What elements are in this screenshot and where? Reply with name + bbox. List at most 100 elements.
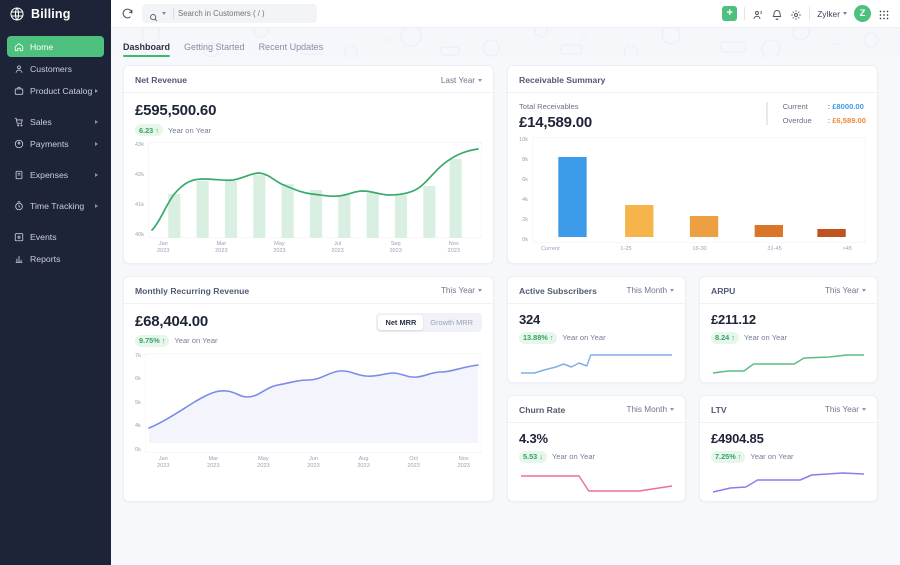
card-header: ARPU This Year bbox=[700, 277, 877, 304]
active-subscribers-value: 324 bbox=[519, 312, 674, 327]
sidebar-item-time-tracking[interactable]: Time Tracking bbox=[7, 195, 104, 216]
sidebar-item-expenses[interactable]: Expenses bbox=[7, 164, 104, 185]
sidebar-item-label: Events bbox=[30, 232, 57, 242]
sidebar-divider bbox=[7, 102, 104, 111]
x-tick: Oct2023 bbox=[407, 456, 419, 470]
legend-divider bbox=[766, 102, 768, 125]
toggle-net-mrr[interactable]: Net MRR bbox=[378, 315, 423, 330]
card-header: Active Subscribers This Month bbox=[508, 277, 685, 304]
receivable-legend: Current : £8000.00 Overdue : £6,589.00 bbox=[766, 102, 866, 125]
mrr-yoy: 9.75% ↑ Year on Year bbox=[135, 335, 218, 347]
y-axis-labels: 10k 8k 6k 4k 2k 0k bbox=[519, 137, 532, 243]
search-input[interactable] bbox=[178, 9, 308, 18]
sidebar-divider bbox=[7, 186, 104, 195]
mrr-values: £68,404.00 9.75% ↑ Year on Year bbox=[135, 313, 218, 347]
sidebar-divider bbox=[7, 155, 104, 164]
payment-icon bbox=[14, 139, 24, 149]
bell-icon[interactable] bbox=[771, 8, 783, 20]
top-header: + Zylker Z bbox=[111, 0, 900, 28]
sidebar-divider bbox=[7, 217, 104, 226]
sidebar-item-customers[interactable]: Customers bbox=[7, 58, 104, 79]
yoy-label: Year on Year bbox=[174, 336, 217, 345]
chevron-right-icon bbox=[95, 120, 98, 124]
sidebar-item-reports[interactable]: Reports bbox=[7, 248, 104, 269]
badge-value: 8.24 bbox=[715, 333, 729, 342]
gear-icon[interactable] bbox=[790, 8, 802, 20]
grid-apps-icon[interactable] bbox=[878, 8, 890, 20]
period-selector-churn-rate[interactable]: This Month bbox=[627, 405, 675, 414]
sidebar-item-label: Customers bbox=[30, 64, 72, 74]
x-tick: Current bbox=[541, 246, 560, 252]
card-header: Receivable Summary bbox=[508, 66, 877, 93]
dashboard-content: Net Revenue Last Year £595,500.60 6.23 ↑ bbox=[111, 57, 900, 565]
x-tick: Sep2023 bbox=[389, 241, 401, 255]
page-title: Net Revenue bbox=[135, 75, 187, 85]
recent-activity-icon[interactable] bbox=[121, 7, 134, 20]
toggle-growth-mrr[interactable]: Growth MRR bbox=[423, 315, 480, 330]
period-selector-mrr[interactable]: This Year bbox=[441, 286, 482, 295]
yoy-label: Year on Year bbox=[744, 333, 787, 342]
add-new-button[interactable]: + bbox=[722, 6, 737, 21]
avatar[interactable]: Z bbox=[854, 5, 871, 22]
x-tick: 16-30 bbox=[692, 246, 706, 252]
sidebar-item-label: Expenses bbox=[30, 170, 68, 180]
status-badge: 6.23 ↑ bbox=[135, 124, 163, 136]
sidebar-item-home[interactable]: Home bbox=[7, 36, 104, 57]
legend-key: Overdue bbox=[783, 116, 828, 125]
badge-value: 9.75% bbox=[139, 336, 160, 345]
badge-value: 13.88% bbox=[523, 333, 548, 342]
card-monthly-recurring-revenue: Monthly Recurring Revenue This Year £68,… bbox=[123, 276, 494, 502]
kpi-row-1: Active Subscribers This Month 324 bbox=[507, 276, 878, 383]
card-body: £595,500.60 6.23 ↑ Year on Year 43k 4 bbox=[124, 93, 493, 263]
churn-rate-yoy: 5.53 ↓ Year on Year bbox=[519, 451, 674, 463]
period-selector-net-revenue[interactable]: Last Year bbox=[441, 76, 482, 85]
tab-dashboard[interactable]: Dashboard bbox=[123, 42, 170, 57]
x-tick: Jan2023 bbox=[157, 456, 169, 470]
search-box[interactable] bbox=[142, 4, 317, 23]
chevron-right-icon bbox=[95, 89, 98, 93]
sidebar-item-label: Payments bbox=[30, 139, 69, 149]
bar-chart-icon bbox=[14, 254, 24, 264]
yoy-label: Year on Year bbox=[552, 452, 595, 461]
arpu-sparkline bbox=[711, 351, 866, 377]
receivable-summary-top: Total Receivables £14,589.00 Current : £… bbox=[519, 102, 866, 131]
x-tick: Nov2023 bbox=[448, 241, 482, 255]
sidebar-item-payments[interactable]: Payments bbox=[7, 133, 104, 154]
chevron-down-icon bbox=[862, 408, 866, 411]
brand[interactable]: Billing bbox=[0, 0, 111, 28]
page-title: ARPU bbox=[711, 286, 735, 296]
tab-recent-updates[interactable]: Recent Updates bbox=[259, 42, 324, 57]
x-axis-labels: Jan2023 Mar2023 May2023 Jun2023 Aug2023 … bbox=[135, 456, 482, 470]
net-revenue-value: £595,500.60 bbox=[135, 102, 482, 119]
search-icon bbox=[149, 9, 158, 18]
brand-name: Billing bbox=[31, 7, 71, 21]
sidebar-item-product-catalog[interactable]: Product Catalog bbox=[7, 80, 104, 101]
y-tick: 4k bbox=[135, 423, 141, 429]
yoy-label: Year on Year bbox=[562, 333, 605, 342]
org-switcher[interactable]: Zylker bbox=[817, 9, 847, 19]
app-root: Billing Home Customers Product Catalog bbox=[0, 0, 900, 565]
card-active-subscribers: Active Subscribers This Month 324 bbox=[507, 276, 686, 383]
users-icon[interactable] bbox=[752, 8, 764, 20]
period-selector-active-subscribers[interactable]: This Month bbox=[627, 286, 675, 295]
period-label: Last Year bbox=[441, 76, 475, 85]
sidebar-item-events[interactable]: Events bbox=[7, 226, 104, 247]
tab-bar: Dashboard Getting Started Recent Updates bbox=[111, 28, 900, 57]
legend-row-current: Current : £8000.00 bbox=[783, 102, 866, 111]
y-tick: 40k bbox=[135, 232, 144, 238]
header-divider bbox=[809, 7, 810, 20]
sidebar-item-sales[interactable]: Sales bbox=[7, 111, 104, 132]
total-receivables-value: £14,589.00 bbox=[519, 114, 592, 131]
tab-getting-started[interactable]: Getting Started bbox=[184, 42, 245, 57]
sidebar-item-label: Sales bbox=[30, 117, 52, 127]
card-body: Total Receivables £14,589.00 Current : £… bbox=[508, 93, 877, 260]
period-selector-ltv[interactable]: This Year bbox=[825, 405, 866, 414]
receivable-chart: 10k 8k 6k 4k 2k 0k bbox=[519, 137, 866, 243]
sidebar-item-label: Product Catalog bbox=[30, 86, 92, 96]
ltv-sparkline bbox=[711, 470, 866, 496]
y-tick: 4k bbox=[519, 197, 528, 203]
chevron-down-icon[interactable] bbox=[162, 12, 166, 15]
period-selector-arpu[interactable]: This Year bbox=[825, 286, 866, 295]
y-tick: 6k bbox=[519, 177, 528, 183]
sidebar-item-label: Time Tracking bbox=[30, 201, 84, 211]
